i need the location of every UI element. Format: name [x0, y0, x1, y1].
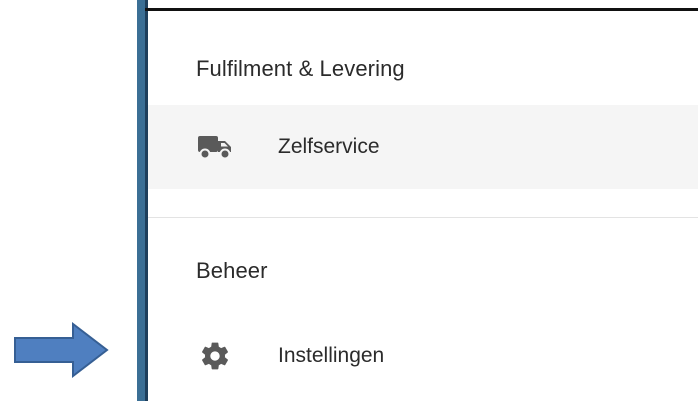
section-header-fulfilment: Fulfilment & Levering	[196, 56, 405, 81]
panel-top-border	[145, 8, 698, 11]
gear-icon	[197, 341, 233, 371]
section-header-beheer: Beheer	[196, 258, 268, 283]
truck-icon	[197, 132, 233, 162]
section-divider	[148, 217, 698, 218]
annotation-arrow-icon	[14, 322, 109, 378]
navigation-panel: Fulfilment & Levering Zelfservice Beheer	[137, 0, 698, 401]
nav-item-zelfservice[interactable]: Zelfservice	[148, 105, 698, 189]
nav-item-label: Zelfservice	[278, 135, 380, 158]
nav-item-label: Instellingen	[278, 344, 385, 367]
nav-item-instellingen[interactable]: Instellingen	[148, 313, 698, 399]
screenshot-stage: Fulfilment & Levering Zelfservice Beheer	[0, 0, 698, 401]
